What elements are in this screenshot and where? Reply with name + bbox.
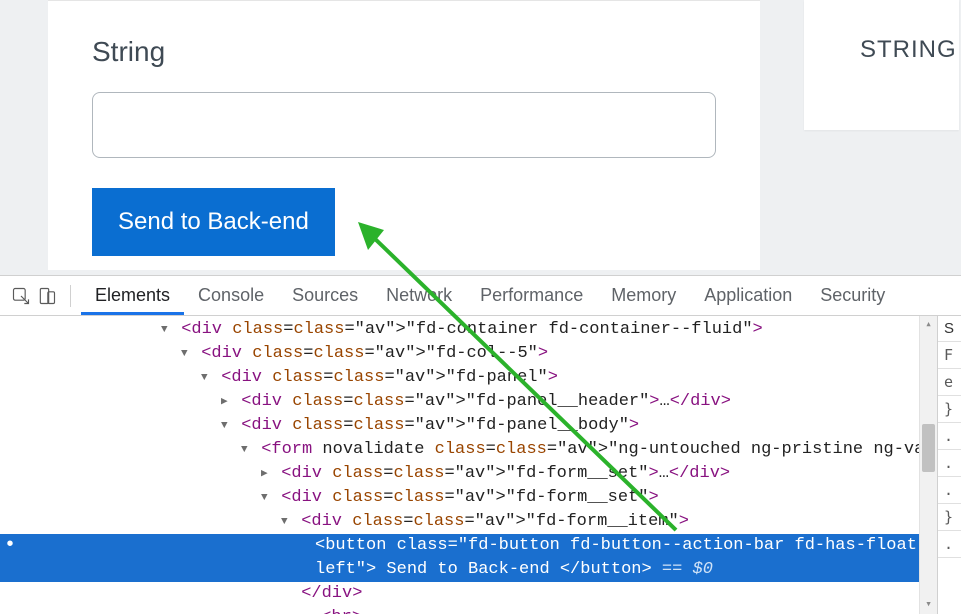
styles-fragment: S xyxy=(938,316,961,342)
tab-memory[interactable]: Memory xyxy=(597,276,690,315)
form-panel: String Send to Back-end xyxy=(48,0,760,270)
tab-console[interactable]: Console xyxy=(184,276,278,315)
elements-scrollbar[interactable]: ▴ ▾ xyxy=(919,316,937,614)
string-input[interactable] xyxy=(92,92,716,158)
devtools-panel: ElementsConsoleSourcesNetworkPerformance… xyxy=(0,275,961,614)
inspect-element-icon[interactable] xyxy=(8,286,34,306)
dom-node[interactable]: ▼ <div class=class="av">"fd-col--5"> xyxy=(0,342,937,366)
tab-security[interactable]: Security xyxy=(806,276,899,315)
dom-node[interactable]: ▼ <form novalidate class=class="av">"ng-… xyxy=(0,438,937,462)
dom-node[interactable]: ▼ <div class=class="av">"fd-form__set"> xyxy=(0,486,937,510)
device-toolbar-icon[interactable] xyxy=(34,286,60,306)
styles-fragment: } xyxy=(938,504,961,531)
scroll-thumb[interactable] xyxy=(922,424,935,472)
devtools-toolbar: ElementsConsoleSourcesNetworkPerformance… xyxy=(0,276,961,316)
app-area: String Send to Back-end STRING xyxy=(0,0,961,270)
tab-application[interactable]: Application xyxy=(690,276,806,315)
styles-fragment: } xyxy=(938,396,961,423)
dom-node[interactable]: </div> xyxy=(0,582,937,606)
dom-node[interactable]: ▶ <div class=class="av">"fd-form__set">…… xyxy=(0,462,937,486)
tab-performance[interactable]: Performance xyxy=(466,276,597,315)
dom-node[interactable]: ▼ <div class=class="av">"fd-container fd… xyxy=(0,318,937,342)
tab-elements[interactable]: Elements xyxy=(81,276,184,315)
selected-node[interactable]: •<button class="fd-button fd-button--act… xyxy=(0,534,937,558)
devtools-tabs: ElementsConsoleSourcesNetworkPerformance… xyxy=(81,276,899,315)
dom-node[interactable]: <br> xyxy=(0,606,937,614)
dom-node[interactable]: ▼ <div class=class="av">"fd-panel"> xyxy=(0,366,937,390)
elements-tree[interactable]: ▼ <div class=class="av">"fd-container fd… xyxy=(0,316,937,614)
dom-node[interactable]: ▶ <div class=class="av">"fd-panel__heade… xyxy=(0,390,937,414)
styles-fragment: e xyxy=(938,369,961,396)
styles-fragment: . xyxy=(938,477,961,504)
panel-divider xyxy=(48,0,760,1)
tab-network[interactable]: Network xyxy=(372,276,466,315)
styles-fragment: . xyxy=(938,450,961,477)
tab-sources[interactable]: Sources xyxy=(278,276,372,315)
selected-node[interactable]: left"> Send to Back-end </button> == $0 xyxy=(0,558,937,582)
styles-fragment: . xyxy=(938,423,961,450)
devtools-body: ▼ <div class=class="av">"fd-container fd… xyxy=(0,316,961,614)
dom-node[interactable]: ▼ <div class=class="av">"fd-form__item"> xyxy=(0,510,937,534)
scroll-down-icon[interactable]: ▾ xyxy=(920,596,937,614)
side-card: STRING xyxy=(804,0,959,130)
styles-fragment: F xyxy=(938,342,961,369)
divider xyxy=(70,285,71,307)
styles-fragment: . xyxy=(938,531,961,558)
styles-sidebar[interactable]: SFe}...}. xyxy=(937,316,961,614)
send-to-backend-button[interactable]: Send to Back-end xyxy=(92,188,335,256)
field-label-string: String xyxy=(92,36,716,68)
side-card-title: STRING xyxy=(860,36,957,63)
dom-node[interactable]: ▼ <div class=class="av">"fd-panel__body"… xyxy=(0,414,937,438)
scroll-up-icon[interactable]: ▴ xyxy=(920,316,937,334)
